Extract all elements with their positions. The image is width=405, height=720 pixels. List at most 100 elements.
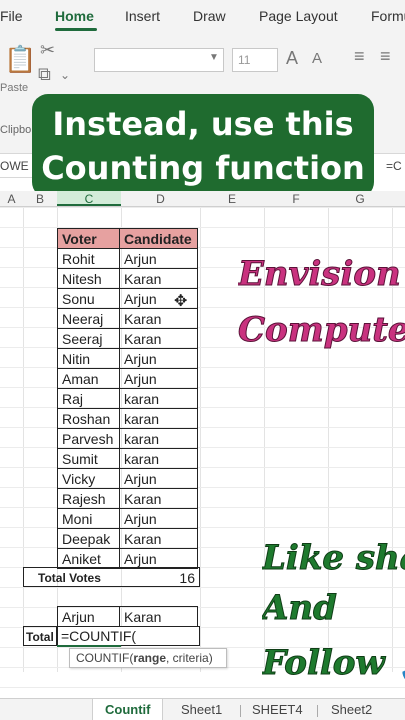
voter-cell[interactable]: Rajesh: [57, 488, 120, 509]
cta-overlay-line-3: Follow 🙏: [262, 643, 405, 683]
voter-cell[interactable]: Moni: [57, 508, 120, 529]
table-row: Aman Arjun: [57, 368, 198, 389]
summary-candidate-arjun[interactable]: Arjun: [57, 606, 120, 627]
copy-icon[interactable]: ⧉: [38, 64, 51, 85]
table-row: Rajesh Karan: [57, 488, 198, 509]
voter-cell[interactable]: Vicky: [57, 468, 120, 489]
table-row: Nitin Arjun: [57, 348, 198, 369]
grid-line: [0, 207, 405, 208]
total-votes-row[interactable]: Total Votes 16: [23, 567, 200, 587]
paste-icon[interactable]: 📋: [4, 44, 36, 75]
table-row: Roshan karan: [57, 408, 198, 429]
candidate-cell[interactable]: Karan: [119, 528, 198, 549]
tooltip-criteria-arg[interactable]: , criteria): [166, 651, 213, 665]
table-row: Vicky Arjun: [57, 468, 198, 489]
active-cell-indicator: [57, 645, 121, 647]
font-name-select[interactable]: [94, 48, 224, 72]
column-header-g[interactable]: G: [328, 192, 392, 206]
candidate-cell[interactable]: Arjun: [119, 348, 198, 369]
chevron-down-icon[interactable]: ⌄: [60, 68, 70, 82]
candidate-cell[interactable]: Karan: [119, 268, 198, 289]
font-size-select[interactable]: 11: [232, 48, 278, 72]
tab-insert[interactable]: Insert: [125, 8, 160, 24]
voter-cell[interactable]: Neeraj: [57, 308, 120, 329]
grid-line: [200, 207, 201, 672]
summary-candidate-karan[interactable]: Karan: [119, 606, 198, 627]
grid-line: [0, 687, 405, 688]
function-signature-tooltip[interactable]: COUNTIF(range, criteria): [69, 648, 227, 668]
cta-overlay-line-2: And: [262, 588, 337, 628]
sheet-tab-countif[interactable]: Countif: [92, 699, 164, 720]
brand-overlay-line-2: Computer s: [238, 310, 405, 350]
voter-cell[interactable]: Nitesh: [57, 268, 120, 289]
voter-cell[interactable]: Aman: [57, 368, 120, 389]
shrink-font-icon[interactable]: A: [312, 50, 322, 67]
grow-font-icon[interactable]: A: [286, 48, 298, 69]
align-middle-icon[interactable]: ≡: [380, 46, 391, 67]
voter-cell[interactable]: Sonu: [57, 288, 120, 309]
candidate-cell[interactable]: Arjun: [119, 548, 198, 569]
table-row: Aniket Arjun: [57, 548, 198, 569]
table-row: Seeraj Karan: [57, 328, 198, 349]
column-header-c[interactable]: C: [57, 191, 121, 206]
tab-draw[interactable]: Draw: [193, 8, 226, 24]
cta-overlay-line-1: Like shar: [262, 538, 405, 578]
sheet-tab-sheet2[interactable]: Sheet2: [331, 702, 372, 717]
title-banner: Instead, use this Counting function: [32, 94, 374, 198]
tab-page-layout[interactable]: Page Layout: [259, 8, 338, 24]
total-label-cell[interactable]: Total: [23, 626, 57, 646]
banner-line-1: Instead, use this: [52, 105, 354, 143]
column-header-f[interactable]: F: [264, 192, 328, 206]
column-header-e[interactable]: E: [200, 192, 264, 206]
table-header-row: Voter Candidate: [57, 228, 198, 249]
formula-edit-cell[interactable]: =COUNTIF(: [57, 626, 200, 646]
sheet-tab-sheet1[interactable]: Sheet1: [181, 702, 222, 717]
table-row: Deepak Karan: [57, 528, 198, 549]
ribbon-tab-bar: File Home Insert Draw Page Layout Formu: [0, 0, 405, 34]
candidate-cell[interactable]: Arjun: [119, 468, 198, 489]
candidate-cell[interactable]: Arjun: [119, 368, 198, 389]
summary-table: Arjun Karan: [57, 606, 198, 627]
candidate-cell[interactable]: karan: [119, 388, 198, 409]
voter-cell[interactable]: Roshan: [57, 408, 120, 429]
candidate-cell[interactable]: Karan: [119, 488, 198, 509]
cut-icon[interactable]: ✂: [40, 40, 55, 61]
tab-file[interactable]: File: [0, 8, 23, 24]
voter-cell[interactable]: Rohit: [57, 248, 120, 269]
column-header-b[interactable]: B: [23, 192, 57, 206]
voter-cell[interactable]: Deepak: [57, 528, 120, 549]
summary-header-row: Arjun Karan: [57, 606, 198, 627]
column-header-a[interactable]: A: [0, 192, 23, 206]
paste-label[interactable]: Paste: [0, 82, 28, 94]
voter-cell[interactable]: Raj: [57, 388, 120, 409]
voter-cell[interactable]: Seeraj: [57, 328, 120, 349]
header-candidate[interactable]: Candidate: [119, 228, 198, 249]
voter-cell[interactable]: Parvesh: [57, 428, 120, 449]
tooltip-range-arg[interactable]: range: [133, 651, 166, 665]
header-voter[interactable]: Voter: [57, 228, 120, 249]
candidate-cell[interactable]: Karan: [119, 308, 198, 329]
table-row: Raj karan: [57, 388, 198, 409]
tab-home[interactable]: Home: [55, 8, 94, 24]
table-row: Neeraj Karan: [57, 308, 198, 329]
table-row: Rohit Arjun: [57, 248, 198, 269]
candidate-cell[interactable]: Arjun: [119, 508, 198, 529]
banner-line-2: Counting function: [41, 149, 365, 187]
candidate-cell[interactable]: karan: [119, 448, 198, 469]
align-top-icon[interactable]: ≡: [354, 46, 365, 67]
voter-cell[interactable]: Aniket: [57, 548, 120, 569]
tab-formulas[interactable]: Formu: [371, 8, 405, 24]
font-dropdown-icon[interactable]: ▼: [209, 52, 219, 63]
table-row: Nitesh Karan: [57, 268, 198, 289]
candidate-cell[interactable]: karan: [119, 408, 198, 429]
move-cursor-icon: ✥: [174, 293, 188, 310]
candidate-cell[interactable]: Arjun: [119, 248, 198, 269]
active-tab-indicator: [55, 28, 97, 31]
formula-bar-input[interactable]: =C: [382, 154, 405, 178]
voter-cell[interactable]: Nitin: [57, 348, 120, 369]
voter-cell[interactable]: Sumit: [57, 448, 120, 469]
sheet-tab-sheet4[interactable]: SHEET4: [252, 702, 303, 717]
candidate-cell[interactable]: karan: [119, 428, 198, 449]
column-header-d[interactable]: D: [121, 192, 200, 206]
candidate-cell[interactable]: Karan: [119, 328, 198, 349]
